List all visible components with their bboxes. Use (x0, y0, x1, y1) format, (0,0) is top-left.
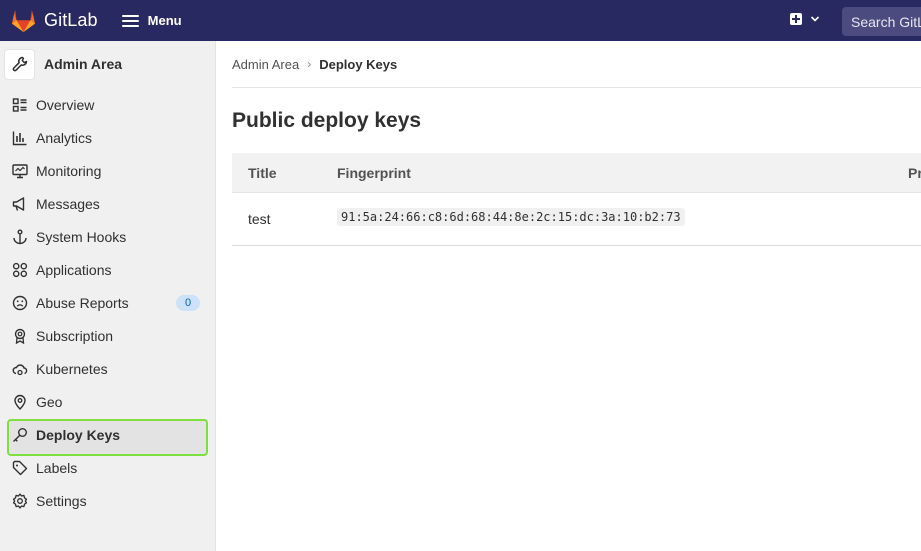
main-content: Admin Area › Deploy Keys Public deploy k… (217, 41, 921, 551)
plus-square-icon (790, 13, 802, 25)
table-header: Title Fingerprint Pr (232, 153, 921, 193)
column-header-title: Title (248, 164, 277, 181)
sidebar-item-label: Monitoring (36, 162, 102, 179)
sidebar-item-system-hooks[interactable]: System Hooks (0, 220, 215, 253)
sidebar-item-kubernetes[interactable]: Kubernetes (0, 352, 215, 385)
new-dropdown-button[interactable] (790, 13, 820, 25)
sidebar-item-abuse-reports[interactable]: Abuse Reports 0 (0, 286, 215, 319)
sidebar-item-label: Labels (36, 459, 78, 476)
sidebar-item-label: Analytics (36, 129, 93, 146)
sidebar-nav: Overview Analytics Monitoring Messages S… (0, 88, 215, 517)
search-input[interactable]: Search GitLab (842, 7, 921, 36)
sidebar-header[interactable]: Admin Area (0, 41, 215, 87)
gear-icon (12, 492, 28, 509)
menu-button[interactable]: Menu (121, 12, 182, 30)
bullhorn-icon (12, 196, 28, 212)
page-title: Public deploy keys (232, 109, 422, 132)
tag-icon (12, 460, 28, 476)
sad-face-icon (12, 295, 28, 311)
chart-icon (12, 130, 28, 146)
sidebar-item-applications[interactable]: Applications (0, 253, 215, 286)
sidebar-item-label: Applications (36, 261, 112, 278)
sidebar-item-label: System Hooks (36, 228, 127, 245)
column-header-fingerprint: Fingerprint (337, 164, 411, 181)
chevron-down-icon (810, 16, 820, 22)
breadcrumb-admin-area[interactable]: Admin Area (232, 57, 299, 72)
sidebar-item-label: Abuse Reports (36, 294, 129, 311)
breadcrumb-current[interactable]: Deploy Keys (319, 57, 397, 72)
sidebar-item-messages[interactable]: Messages (0, 187, 215, 220)
hamburger-icon (121, 12, 139, 30)
sidebar-item-labels[interactable]: Labels (0, 451, 215, 484)
key-icon (12, 427, 28, 443)
column-header-projects: Pr (908, 164, 921, 181)
table-row: test 91:5a:24:66:c8:6d:68:44:8e:2c:15:dc… (232, 193, 921, 246)
brand-name: GitLab (44, 10, 98, 30)
sidebar-item-label: Subscription (36, 327, 114, 344)
sidebar-title: Admin Area (44, 56, 123, 72)
key-title: test (248, 211, 271, 227)
sidebar-item-monitoring[interactable]: Monitoring (0, 154, 215, 187)
sidebar-item-label: Messages (36, 195, 100, 212)
deploy-keys-table: Title Fingerprint Pr test 91:5a:24:66:c8… (232, 153, 921, 246)
monitor-icon (12, 163, 28, 179)
chevron-right-icon: › (307, 57, 312, 71)
sidebar-item-analytics[interactable]: Analytics (0, 121, 215, 154)
overview-icon (12, 97, 28, 113)
admin-avatar (4, 48, 35, 80)
key-fingerprint: 91:5a:24:66:c8:6d:68:44:8e:2c:15:dc:3a:1… (337, 208, 685, 226)
top-navbar: GitLab Menu Search GitLab (0, 0, 921, 41)
breadcrumb: Admin Area › Deploy Keys (232, 41, 921, 88)
sidebar: Admin Area Overview Analytics Monitoring… (0, 41, 216, 551)
sidebar-item-label: Settings (36, 492, 87, 509)
sidebar-item-label: Deploy Keys (36, 426, 121, 443)
wrench-icon (12, 56, 27, 72)
sidebar-item-label: Geo (36, 393, 63, 410)
gitlab-logo[interactable]: GitLab (11, 9, 98, 33)
cloud-gear-icon (12, 361, 28, 377)
abuse-count-badge: 0 (176, 295, 200, 311)
sidebar-item-settings[interactable]: Settings (0, 484, 215, 517)
sidebar-item-geo[interactable]: Geo (0, 385, 215, 418)
tanuki-icon (12, 9, 35, 32)
sidebar-item-overview[interactable]: Overview (0, 88, 215, 121)
location-icon (12, 394, 28, 410)
apps-icon (12, 262, 28, 278)
sidebar-item-label: Overview (36, 96, 95, 113)
anchor-icon (12, 229, 28, 245)
sidebar-item-subscription[interactable]: Subscription (0, 319, 215, 352)
sidebar-item-deploy-keys[interactable]: Deploy Keys (0, 418, 215, 456)
ribbon-icon (12, 328, 28, 344)
menu-label: Menu (147, 13, 182, 28)
sidebar-item-label: Kubernetes (36, 360, 108, 377)
